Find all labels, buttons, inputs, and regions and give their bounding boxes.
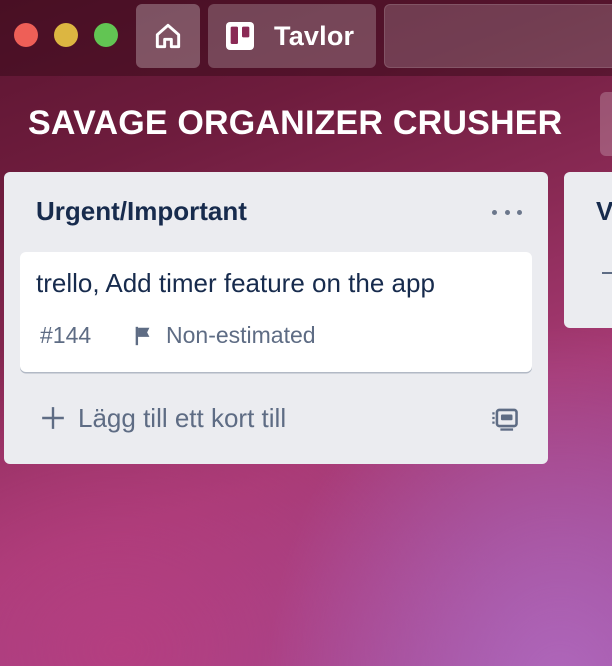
list-title[interactable]: V	[596, 196, 612, 227]
flag-icon	[135, 326, 150, 346]
plus-icon	[42, 407, 64, 429]
more-horizontal-icon[interactable]	[492, 200, 522, 224]
boards-button[interactable]: Tavlor	[208, 4, 376, 68]
search-box[interactable]	[384, 4, 612, 68]
card-number: #144	[40, 322, 92, 348]
boards-label: Tavlor	[274, 20, 355, 51]
card-title: trello, Add timer feature on the app	[36, 268, 435, 298]
plus-icon[interactable]	[602, 272, 612, 274]
list-urgent-important: Urgent/Important trello, Add timer featu…	[4, 172, 548, 464]
window-zoom-button[interactable]	[94, 23, 118, 47]
add-card-button[interactable]: Lägg till ett kort till	[40, 400, 286, 436]
board-title[interactable]: SAVAGE ORGANIZER CRUSHER	[28, 104, 562, 143]
add-card-label: Lägg till ett kort till	[78, 402, 287, 433]
home-icon	[155, 23, 181, 49]
list-title[interactable]: Urgent/Important	[36, 196, 247, 227]
card-template-icon[interactable]	[490, 404, 520, 432]
window-close-button[interactable]	[14, 23, 38, 47]
title-bar: Tavlor	[0, 0, 612, 76]
card[interactable]: trello, Add timer feature on the app #14…	[20, 252, 532, 372]
board-header-button[interactable]	[600, 92, 612, 156]
trello-boards-icon	[226, 22, 254, 50]
card-estimate-badge: Non-estimated	[166, 322, 316, 348]
list-second: V	[564, 172, 612, 328]
home-button[interactable]	[136, 4, 200, 68]
window-minimize-button[interactable]	[54, 23, 78, 47]
